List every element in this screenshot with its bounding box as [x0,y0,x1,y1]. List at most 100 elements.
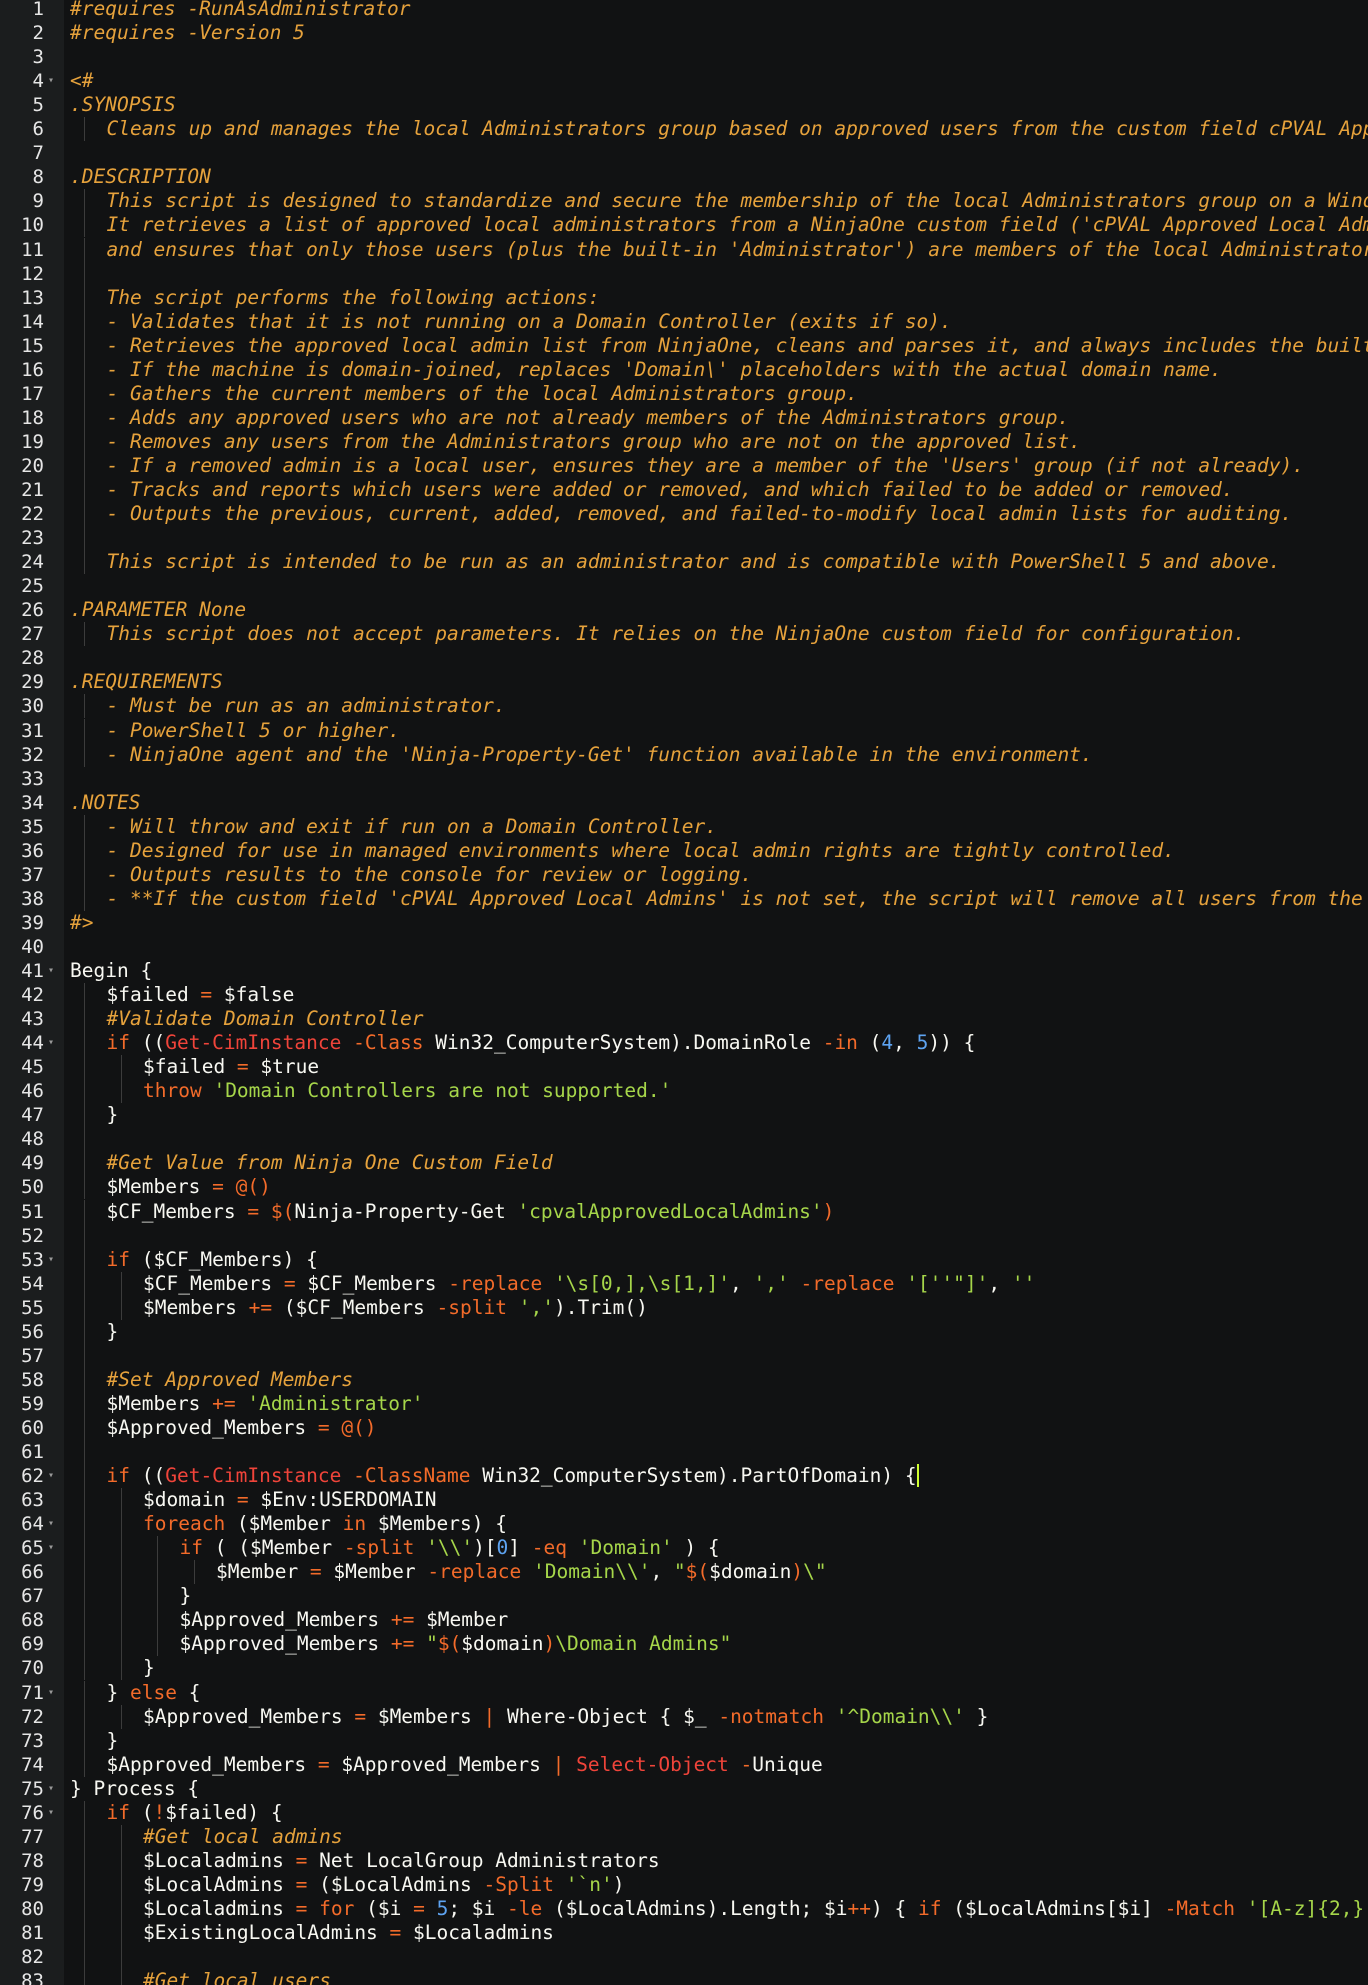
code-line[interactable] [64,767,1368,791]
code-line[interactable]: $Localadmins = Net LocalGroup Administra… [64,1848,1368,1873]
code-line[interactable]: - Tracks and reports which users were ad… [64,478,1368,502]
code-editor[interactable]: 1 2 3 4 ▾ 5 6 7 8 9 10 11 12 13 14 15 16 17 18 19 20 21 22 23 24… [0,0,1368,1985]
code-line[interactable]: $Approved_Members = $Members | Where-Obj… [64,1704,1368,1729]
code-line[interactable]: <# [64,69,1368,93]
code-line[interactable]: This script does not accept parameters. … [64,622,1368,647]
code-line[interactable]: $Approved_Members = $Approved_Members | … [64,1752,1368,1777]
code-line[interactable]: $Member = $Member -replace 'Domain\\', "… [64,1560,1368,1585]
code-line[interactable]: The script performs the following action… [64,285,1368,310]
line-number-gutter[interactable]: 1 2 3 4 ▾ 5 6 7 8 9 10 11 12 13 14 15 16 17 18 19 20 21 22 23 24… [0,0,64,1985]
line-number: 82 [21,1946,44,1969]
code-line[interactable] [64,1945,1368,1970]
code-line[interactable]: throw 'Domain Controllers are not suppor… [64,1079,1368,1104]
code-line[interactable]: $failed = $false [64,983,1368,1008]
code-line[interactable]: $failed = $true [64,1055,1368,1080]
code-line[interactable]: - PowerShell 5 or higher. [64,718,1368,743]
code-line[interactable]: .DESCRIPTION [64,165,1368,189]
code-line[interactable]: - Will throw and exit if run on a Domain… [64,814,1368,839]
code-line[interactable] [64,1440,1368,1464]
fold-toggle-icon[interactable]: ▾ [48,1248,58,1272]
code-line[interactable]: $Approved_Members += "$($domain)\Domain … [64,1632,1368,1657]
code-line[interactable]: - Outputs results to the console for rev… [64,862,1368,887]
code-line[interactable]: #requires -RunAsAdministrator [64,0,1368,21]
code-line[interactable] [64,45,1368,69]
code-line[interactable]: It retrieves a list of approved local ad… [64,213,1368,238]
code-line[interactable]: .PARAMETER None [64,598,1368,622]
code-line[interactable]: foreach ($Member in $Members) { [64,1512,1368,1537]
code-line[interactable]: - Retrieves the approved local admin lis… [64,333,1368,358]
token-param: -ClassName [353,1464,471,1488]
code-line[interactable]: - **If the custom field 'cPVAL Approved … [64,886,1368,911]
code-line[interactable]: and ensures that only those users (plus … [64,237,1368,262]
code-line[interactable] [64,526,1368,551]
fold-toggle-icon[interactable]: ▾ [48,1801,58,1825]
code-line[interactable]: #Validate Domain Controller [64,1007,1368,1032]
code-area[interactable]: #requires -RunAsAdministrator #requires -… [64,0,1368,1985]
code-line[interactable]: if ( ($Member -split '\\')[0] -eq 'Domai… [64,1536,1368,1561]
code-line[interactable]: } [64,1584,1368,1609]
code-line[interactable]: $Approved_Members = @() [64,1415,1368,1440]
code-line[interactable]: $CF_Members = $CF_Members -replace '\s[0… [64,1271,1368,1296]
code-line[interactable]: - Validates that it is not running on a … [64,309,1368,334]
code-line[interactable] [64,141,1368,165]
fold-toggle-icon[interactable]: ▾ [48,1536,58,1560]
code-line[interactable]: if ((Get-CimInstance -Class Win32_Comput… [64,1031,1368,1056]
code-line[interactable] [64,1127,1368,1152]
code-line[interactable] [64,261,1368,286]
code-line[interactable]: - Adds any approved users who are not al… [64,405,1368,430]
code-line[interactable]: } [64,1656,1368,1681]
code-line[interactable]: $LocalAdmins = ($LocalAdmins -Split '`n'… [64,1872,1368,1897]
code-line[interactable]: .SYNOPSIS [64,93,1368,117]
code-line[interactable]: This script is intended to be run as an … [64,550,1368,575]
code-line[interactable]: Begin { [64,959,1368,983]
code-line[interactable]: } [64,1103,1368,1128]
code-line[interactable]: $ExistingLocalAdmins = $Localadmins [64,1921,1368,1945]
fold-toggle-icon[interactable]: ▾ [48,959,58,983]
token-plain: } [106,1680,130,1704]
fold-toggle-icon[interactable]: ▾ [48,1512,58,1536]
code-line[interactable]: if ($CF_Members) { [64,1247,1368,1272]
code-line[interactable]: - Outputs the previous, current, added, … [64,502,1368,527]
code-line[interactable]: - Must be run as an administrator. [64,694,1368,719]
code-line[interactable] [64,1343,1368,1368]
code-line[interactable]: - Designed for use in managed environmen… [64,838,1368,863]
code-line[interactable]: - If a removed admin is a local user, en… [64,453,1368,478]
code-line[interactable]: - Gathers the current members of the loc… [64,381,1368,406]
code-line[interactable]: #Set Approved Members [64,1367,1368,1392]
code-line[interactable]: .NOTES [64,791,1368,815]
code-line[interactable]: } Process { [64,1777,1368,1801]
code-line[interactable]: - If the machine is domain-joined, repla… [64,357,1368,382]
code-line[interactable]: #Get Value from Ninja One Custom Field [64,1151,1368,1176]
code-line[interactable] [64,1223,1368,1248]
code-line[interactable]: #> [64,911,1368,935]
code-line[interactable]: $Members += 'Administrator' [64,1391,1368,1416]
code-line[interactable]: .REQUIREMENTS [64,670,1368,694]
code-line[interactable]: - NinjaOne agent and the 'Ninja-Property… [64,742,1368,767]
code-line[interactable] [64,646,1368,670]
code-line[interactable]: if ((Get-CimInstance -ClassName Win32_Co… [64,1464,1368,1489]
code-line[interactable]: } [64,1728,1368,1753]
code-line[interactable]: - Removes any users from the Administrat… [64,429,1368,454]
code-line[interactable]: #requires -Version 5 [64,21,1368,45]
code-line[interactable] [64,574,1368,598]
code-line[interactable]: $Localadmins = for ($i = 5; $i -le ($Loc… [64,1896,1368,1921]
code-line[interactable]: } else { [64,1680,1368,1705]
fold-toggle-icon[interactable]: ▾ [48,1031,58,1055]
code-line[interactable]: #Get local users [64,1969,1368,1985]
code-line[interactable] [64,935,1368,959]
code-line[interactable]: Cleans up and manages the local Administ… [64,117,1368,142]
code-line[interactable]: $Members = @() [64,1175,1368,1200]
code-line[interactable]: $CF_Members = $(Ninja-Property-Get 'cpva… [64,1199,1368,1224]
code-line[interactable]: $Members += ($CF_Members -split ',').Tri… [64,1295,1368,1320]
fold-toggle-icon[interactable]: ▾ [48,1681,58,1705]
code-line[interactable]: } [64,1319,1368,1344]
code-line[interactable]: if (!$failed) { [64,1800,1368,1825]
code-line[interactable]: #Get local admins [64,1824,1368,1849]
token-paren: ) [612,1872,625,1896]
code-line[interactable]: This script is designed to standardize a… [64,189,1368,214]
fold-toggle-icon[interactable]: ▾ [48,69,58,93]
code-line[interactable]: $domain = $Env:USERDOMAIN [64,1488,1368,1513]
fold-toggle-icon[interactable]: ▾ [48,1464,58,1488]
code-line[interactable]: $Approved_Members += $Member [64,1608,1368,1633]
fold-toggle-icon[interactable]: ▾ [48,1777,58,1801]
